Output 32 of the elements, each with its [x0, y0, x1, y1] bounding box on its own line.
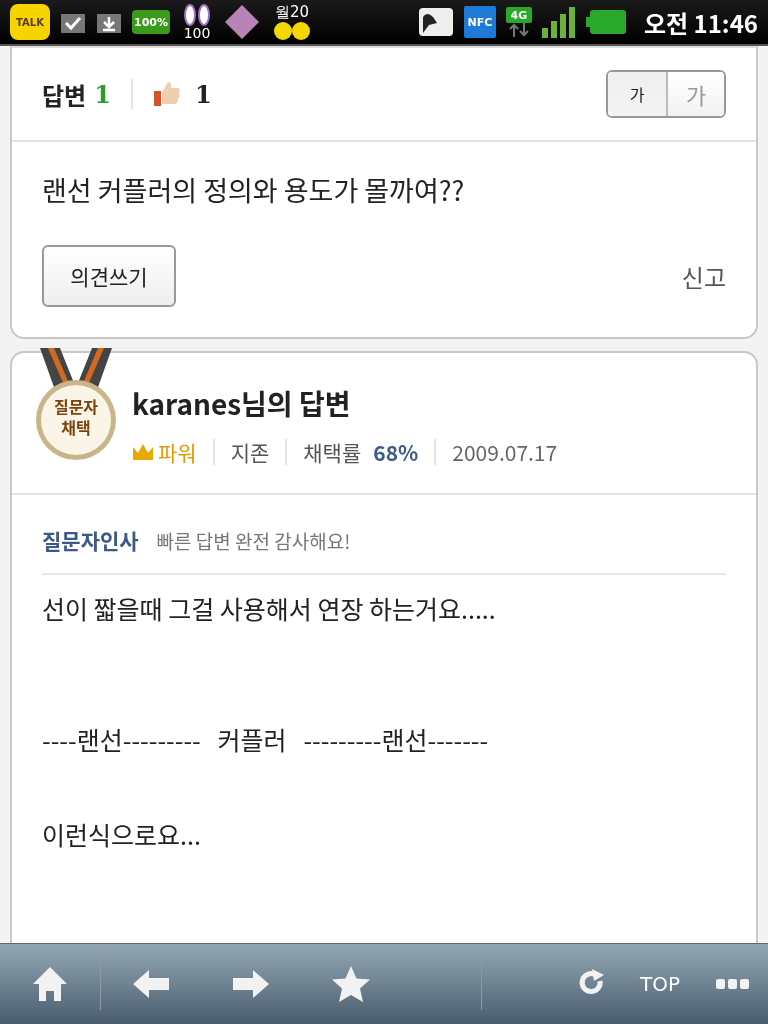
forward-arrow-icon [231, 968, 271, 1000]
greeting-text: 빠른 답변 완전 감사해요! [156, 527, 351, 554]
scroll-top-button[interactable]: TOP [622, 954, 698, 1014]
diamond-icon [224, 4, 260, 40]
user-level: 지존 [230, 437, 270, 467]
adoption-rate: 68% [373, 437, 419, 467]
back-arrow-icon [131, 968, 171, 1000]
font-size-button[interactable]: 가 [608, 72, 666, 116]
answer-date: 2009.07.17 [452, 437, 558, 467]
nfc-icon: NFC [463, 6, 496, 38]
answer-paragraph: ----랜선--------- 커플러 ---------랜선------- [42, 722, 490, 757]
report-link[interactable]: 신고 [681, 258, 726, 294]
greeting-label: 질문자인사 [42, 525, 139, 555]
more-dots-icon [716, 979, 750, 989]
star-icon [331, 965, 371, 1003]
answer-title: karanes님의 답변 [132, 383, 352, 423]
question-text: 랜선 커플러의 정의와 용도가 몰까여?? [41, 169, 466, 209]
battery-icon [585, 9, 626, 35]
signal-icon [541, 6, 576, 38]
like-count: 1 [194, 79, 212, 109]
thumbs-up-icon [152, 81, 181, 107]
clock-time: 오전 11:46 [643, 4, 758, 40]
write-comment-button[interactable]: 의견쓰기 [42, 245, 176, 307]
user-rank: 파워 [158, 437, 197, 467]
crown-icon [132, 443, 154, 461]
talk-icon: TALK [10, 4, 50, 40]
answer-paragraph: 이런식으로요... [42, 817, 202, 852]
answer-paragraph: 선이 짧을때 그걸 사용해서 연장 하는거요..... [42, 591, 497, 626]
answer-count: 1 [94, 79, 111, 109]
adoption-label: 채택률 [303, 437, 362, 467]
answer-label: 답변 [42, 76, 87, 112]
battery-percent-icon: 100% [132, 10, 170, 34]
